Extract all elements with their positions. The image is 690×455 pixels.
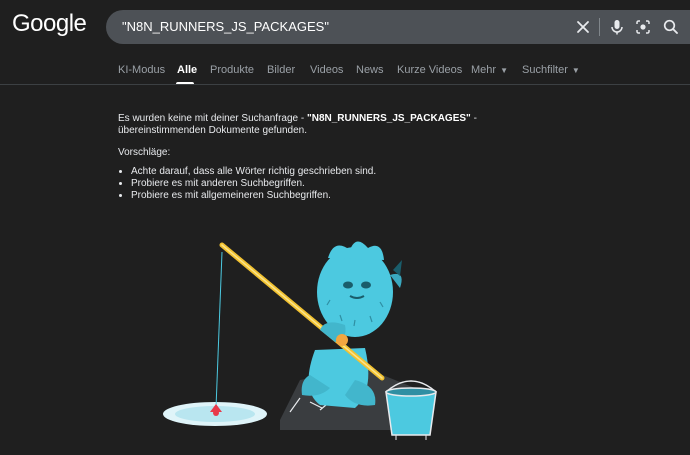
- tab-videos[interactable]: Videos: [310, 64, 343, 76]
- suggestions-heading: Vorschläge:: [118, 147, 171, 158]
- camera-lens-icon[interactable]: [633, 17, 653, 37]
- tab-mehr[interactable]: Mehr ▼: [471, 64, 508, 76]
- search-input[interactable]: "N8N_RUNNERS_JS_PACKAGES": [122, 19, 329, 34]
- suggestion-item: Probiere es mit anderen Suchbegriffen.: [131, 178, 558, 190]
- no-results-query: "N8N_RUNNERS_JS_PACKAGES": [307, 113, 471, 124]
- search-icon[interactable]: [661, 17, 681, 37]
- no-results-text: Es wurden keine mit deiner Suchanfrage -…: [118, 113, 558, 137]
- chevron-down-icon: ▼: [571, 66, 580, 75]
- tab-bilder[interactable]: Bilder: [267, 64, 295, 76]
- close-icon[interactable]: [573, 17, 593, 37]
- search-divider: [599, 18, 600, 36]
- tab-ki-modus[interactable]: KI-Modus: [118, 64, 165, 76]
- tab-mehr-label: Mehr: [471, 64, 497, 76]
- search-bar[interactable]: "N8N_RUNNERS_JS_PACKAGES": [106, 10, 690, 44]
- search-tabs: KI-Modus Alle Produkte Bilder Videos New…: [0, 58, 690, 85]
- header: Google "N8N_RUNNERS_JS_PACKAGES": [0, 0, 690, 56]
- tab-alle[interactable]: Alle: [177, 64, 197, 76]
- no-results-prefix: Es wurden keine mit deiner Suchanfrage -: [118, 113, 307, 124]
- google-logo[interactable]: Google: [12, 10, 87, 38]
- suggestion-item: Probiere es mit allgemeineren Suchbegrif…: [131, 190, 558, 202]
- tab-produkte[interactable]: Produkte: [210, 64, 254, 76]
- tab-suchfilter[interactable]: Suchfilter ▼: [522, 64, 580, 76]
- suggestions-list: Achte darauf, dass alle Wörter richtig g…: [118, 166, 558, 202]
- chevron-down-icon: ▼: [500, 66, 508, 75]
- header-divider: [0, 84, 690, 85]
- no-results-message: Es wurden keine mit deiner Suchanfrage -…: [118, 113, 558, 202]
- tab-suchfilter-label: Suchfilter: [522, 64, 568, 76]
- tab-kurze-videos[interactable]: Kurze Videos: [397, 64, 462, 76]
- microphone-icon[interactable]: [607, 17, 627, 37]
- suggestion-item: Achte darauf, dass alle Wörter richtig g…: [131, 166, 558, 178]
- tab-news[interactable]: News: [356, 64, 384, 76]
- fishing-creature-illustration: [150, 230, 450, 450]
